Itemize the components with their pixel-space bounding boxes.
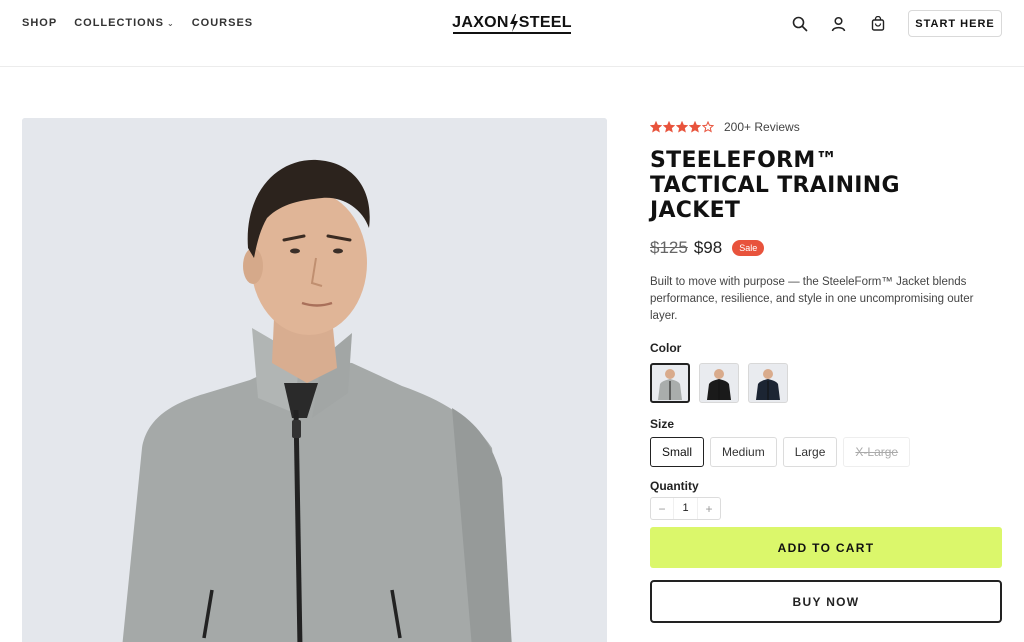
nav-shop-label: SHOP <box>22 17 58 29</box>
sale-price: $98 <box>693 238 723 257</box>
jacket-thumbnail-icon <box>756 369 780 400</box>
color-swatch-gray[interactable] <box>650 363 690 403</box>
sale-badge: Sale <box>732 240 765 256</box>
nav-courses-label: COURSES <box>191 17 254 29</box>
star-filled-icon <box>663 120 675 133</box>
price-row: $125 $98 Sale <box>650 237 1002 259</box>
star-filled-icon <box>650 120 662 133</box>
nav-collections-label: COLLECTIONS <box>74 17 165 29</box>
product-description: Built to move with purpose — the SteeleF… <box>650 276 974 322</box>
user-icon[interactable] <box>829 14 848 33</box>
original-price: $125 <box>650 238 688 257</box>
quantity-label: Quantity <box>650 479 699 493</box>
cart-icon[interactable] <box>868 14 887 33</box>
product-title: STEELEFORM™ TACTICAL TRAINING JACKET <box>650 148 900 223</box>
nav-shop[interactable]: SHOP <box>22 17 57 29</box>
size-option-medium[interactable]: Medium <box>710 437 777 467</box>
star-filled-icon <box>689 120 701 133</box>
buy-now-button[interactable]: BUY NOW <box>650 580 1002 623</box>
color-swatch-black[interactable] <box>699 363 739 403</box>
rating-row: 200+ Reviews <box>650 118 1002 135</box>
main-nav: SHOP COLLECTIONS ⌄ COURSES <box>22 17 253 29</box>
logo-text-left: JAXON <box>452 14 509 31</box>
start-here-button[interactable]: START HERE <box>908 10 1002 37</box>
quantity-input[interactable]: 1 <box>673 498 698 519</box>
star-empty-icon <box>702 120 714 133</box>
product-image[interactable] <box>22 118 607 642</box>
size-option-small[interactable]: Small <box>650 437 705 467</box>
size-label: Size <box>650 417 675 431</box>
star-rating <box>650 120 714 133</box>
color-label: Color <box>650 341 682 355</box>
header-icons <box>790 14 887 33</box>
product-info: 200+ Reviews STEELEFORM™ TACTICAL TRAINI… <box>650 118 1002 623</box>
quantity-increase-button[interactable]: + <box>698 502 720 516</box>
color-swatch-navy[interactable] <box>748 363 788 403</box>
reviews-link[interactable]: 200+ Reviews <box>724 120 800 134</box>
jacket-thumbnail-icon <box>658 369 682 400</box>
search-icon[interactable] <box>790 14 809 33</box>
quantity-stepper: − 1 + <box>650 497 721 520</box>
add-to-cart-button[interactable]: ADD TO CART <box>650 527 1002 568</box>
site-header: SHOP COLLECTIONS ⌄ COURSES JAXON STEEL ST… <box>0 0 1024 67</box>
size-option-x-large: X-Large <box>843 437 911 467</box>
quantity-decrease-button[interactable]: − <box>651 502 673 516</box>
nav-courses[interactable]: COURSES <box>192 17 253 29</box>
star-filled-icon <box>676 120 688 133</box>
logo-underline <box>453 32 571 34</box>
jacket-model-photo <box>22 118 607 642</box>
color-swatches <box>650 363 1002 403</box>
lightning-bolt-icon <box>509 14 518 32</box>
nav-collections[interactable]: COLLECTIONS ⌄ <box>74 17 175 29</box>
size-options: Small Medium Large X-Large <box>650 437 1002 467</box>
jacket-thumbnail-icon <box>707 369 731 400</box>
size-option-large[interactable]: Large <box>782 437 838 467</box>
logo-text-right: STEEL <box>518 14 572 31</box>
chevron-down-icon: ⌄ <box>167 18 175 28</box>
brand-logo[interactable]: JAXON STEEL <box>451 11 573 35</box>
